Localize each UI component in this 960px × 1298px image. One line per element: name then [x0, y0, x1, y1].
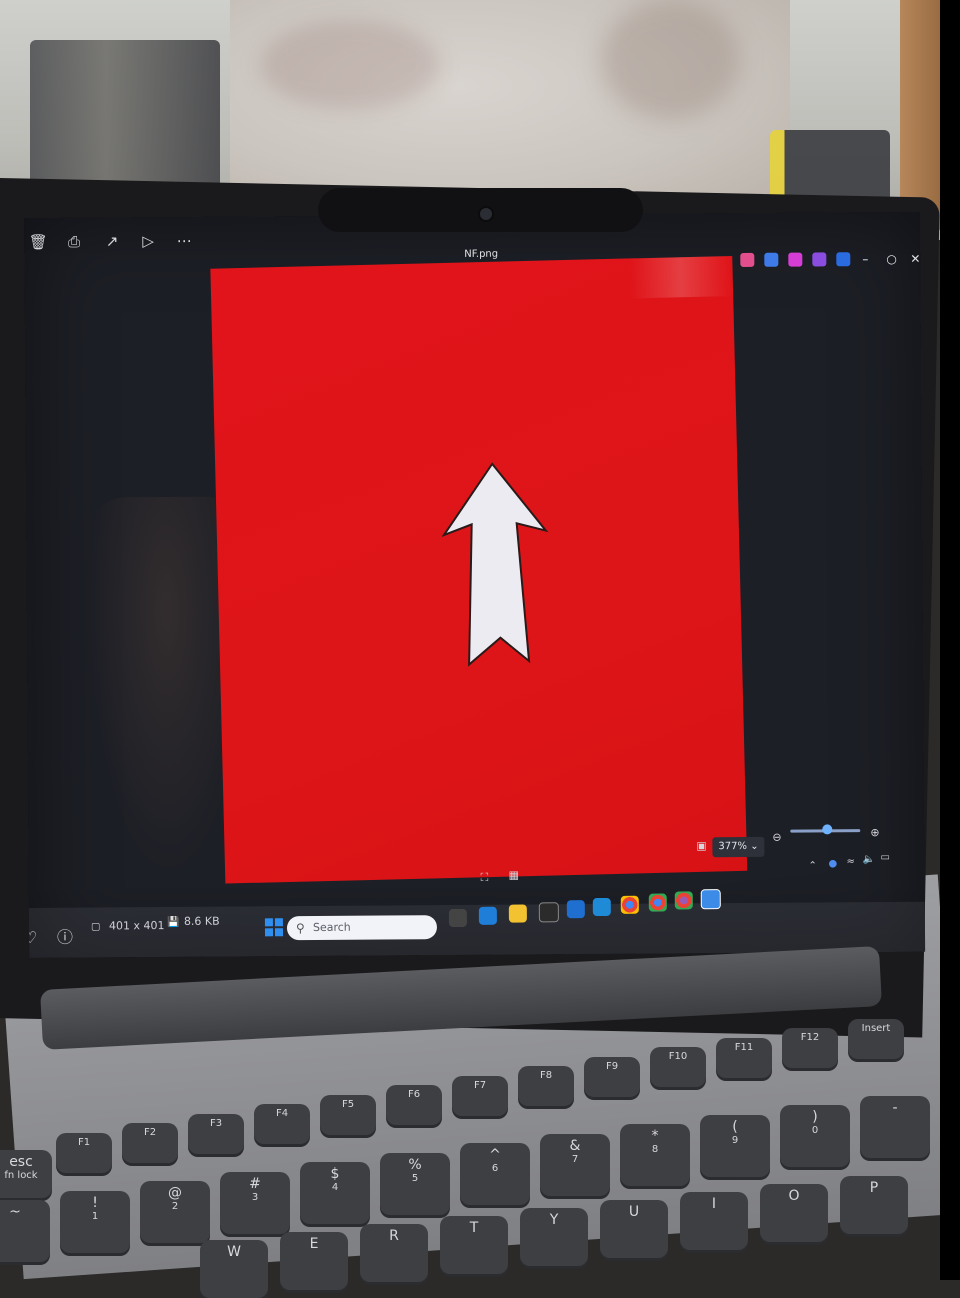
wall-smudge [600, 0, 740, 120]
file-size-icon: 💾 [166, 916, 180, 929]
key-f4[interactable]: F4 [254, 1104, 310, 1144]
terminal-icon[interactable] [538, 902, 559, 923]
key-f2[interactable]: F2 [122, 1123, 178, 1163]
key-f12[interactable]: F12 [782, 1028, 838, 1068]
edge-icon[interactable] [478, 906, 497, 925]
close-button[interactable]: ✕ [910, 252, 920, 266]
displayed-image [210, 255, 748, 884]
vscode-icon[interactable] [592, 897, 611, 917]
toolbar-app-icons [740, 252, 851, 268]
key-number-9[interactable]: (9 [700, 1114, 770, 1177]
zoom-out-icon[interactable]: ⊖ [772, 831, 781, 844]
key-y[interactable]: Y [520, 1208, 588, 1266]
laptop-screen: 🗑 ⎙ ↗ ▷ ⋯ NF.png – ○ ✕ ▣ 377% ⌄ ⊖ ⊕ ⛶ ▦ … [24, 211, 926, 958]
zoom-level-select[interactable]: 377% ⌄ [712, 836, 765, 858]
app-icon[interactable] [788, 252, 803, 267]
key-e[interactable]: E [280, 1232, 348, 1290]
key-r[interactable]: R [360, 1224, 428, 1282]
photos-app-icon[interactable] [700, 889, 721, 910]
wifi-icon[interactable]: ≈ [846, 856, 854, 867]
taskbar-search[interactable]: ⚲ Search [286, 915, 438, 941]
key-number-5[interactable]: % 5 [380, 1152, 450, 1215]
key-f9[interactable]: F9 [584, 1056, 640, 1097]
volume-icon[interactable]: 🔈 [862, 854, 875, 865]
zoom-slider-handle[interactable] [822, 824, 833, 835]
key-t[interactable]: T [440, 1216, 508, 1274]
key-number-10[interactable]: ) 0 [780, 1105, 850, 1167]
task-view-icon[interactable] [448, 908, 467, 928]
key-number-6[interactable]: ^ 6 [460, 1143, 530, 1205]
key-u[interactable]: U [600, 1200, 668, 1258]
print-icon[interactable]: ⎙ [64, 232, 84, 252]
tray-app-icon[interactable]: ● [828, 858, 837, 869]
chrome-profile-icon[interactable] [648, 893, 667, 912]
battery-icon[interactable]: ▭ [880, 852, 890, 863]
onedrive-icon[interactable] [836, 252, 851, 267]
key-w[interactable]: W [200, 1240, 268, 1298]
zoom-in-icon[interactable]: ⊕ [870, 826, 879, 839]
key-esc[interactable]: esc fn lock [0, 1150, 52, 1198]
chrome-icon[interactable] [620, 895, 639, 914]
key-i[interactable]: I [680, 1192, 748, 1250]
file-size: 8.6 KB [183, 914, 220, 928]
key-number-7[interactable]: & 7 [540, 1133, 610, 1196]
key-f10[interactable]: F10 [650, 1047, 706, 1087]
key-f11[interactable]: F11 [716, 1037, 772, 1078]
outlook-icon[interactable] [566, 900, 585, 919]
windows-start-button[interactable] [264, 918, 284, 937]
key-o[interactable]: O [760, 1184, 828, 1242]
up-arrow-icon [441, 462, 549, 667]
share-icon[interactable]: ↗ [102, 231, 122, 251]
image-dimensions: 401 x 401 [108, 919, 165, 933]
screenshot-icon[interactable]: ▣ [696, 839, 706, 852]
key-number-3[interactable]: #3 [220, 1171, 290, 1234]
webcam-lens [478, 206, 494, 222]
file-explorer-icon[interactable] [508, 904, 527, 923]
key-number-0[interactable]: ~ [0, 1200, 50, 1262]
actual-size-icon[interactable]: ▦ [509, 869, 519, 882]
key-number-11[interactable]: - [860, 1095, 930, 1158]
minimize-button[interactable]: – [862, 252, 868, 266]
app-icon[interactable] [740, 252, 755, 268]
maximize-button[interactable]: ○ [886, 252, 897, 266]
key-f3[interactable]: F3 [188, 1113, 244, 1154]
key-f7[interactable]: F7 [452, 1075, 508, 1116]
wall-smudge [260, 20, 440, 110]
more-icon[interactable]: ⋯ [174, 231, 194, 251]
fit-to-window-icon[interactable]: ⛶ [481, 871, 489, 885]
key-number-4[interactable]: $4 [300, 1162, 370, 1224]
search-placeholder: Search [312, 920, 351, 934]
people-in-background [30, 40, 220, 190]
key-number-2[interactable]: @2 [140, 1181, 210, 1243]
app-icon[interactable] [764, 252, 779, 267]
slideshow-icon[interactable]: ▷ [138, 231, 158, 251]
tray-chevron-icon[interactable]: ⌃ [809, 860, 817, 871]
key-number-1[interactable]: ! 1 [60, 1190, 130, 1253]
photo-border [940, 0, 960, 1280]
search-icon: ⚲ [295, 921, 305, 936]
app-icon[interactable] [812, 252, 827, 267]
chrome-profile-icon[interactable] [674, 891, 693, 910]
key-f1[interactable]: F1 [56, 1132, 112, 1173]
key-insert[interactable]: Insert [848, 1018, 904, 1059]
window-title: NF.png [464, 248, 499, 260]
zoom-level-value: 377% [718, 840, 748, 853]
delete-icon[interactable]: 🗑 [28, 232, 48, 252]
screen-glare [630, 255, 732, 299]
info-icon[interactable]: ⓘ [57, 924, 73, 948]
key-p[interactable]: P [840, 1176, 908, 1234]
key-f6[interactable]: F6 [386, 1085, 442, 1125]
key-f5[interactable]: F5 [320, 1094, 376, 1135]
dimensions-icon: ▢ [90, 921, 101, 933]
key-f8[interactable]: F8 [518, 1066, 574, 1106]
key-number-8[interactable]: * 8 [620, 1124, 690, 1186]
